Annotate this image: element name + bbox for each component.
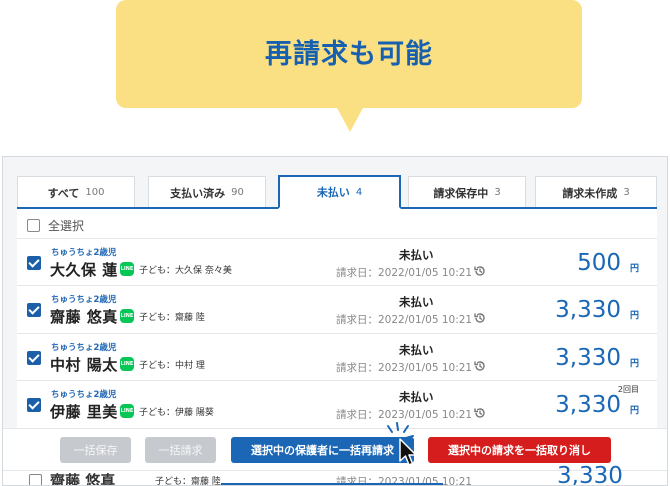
tab-label: 支払い済み <box>170 186 226 200</box>
row-checkbox[interactable] <box>27 256 41 270</box>
row-checkbox[interactable] <box>27 398 41 412</box>
tab-count: 100 <box>85 187 105 198</box>
class-name: ちゅうちょ2歳児 <box>51 343 117 353</box>
row-checkbox[interactable] <box>29 474 42 485</box>
tab-all[interactable]: すべて 100 <box>17 176 135 208</box>
payment-status: 未払い <box>399 295 434 309</box>
bulk-save-button[interactable]: 一括保存 <box>60 437 131 463</box>
bulk-bill-button[interactable]: 一括請求 <box>145 437 216 463</box>
row-checkbox[interactable] <box>27 303 41 317</box>
tab-unpaid[interactable]: 未払い 4 <box>278 175 401 209</box>
class-name: ちゅうちょ2歳児 <box>51 390 117 400</box>
currency-unit: 円 <box>629 311 639 321</box>
table-row[interactable]: ちゅうちょ2歳児 中村 陽太 LINE 子ども：中村 理 未払い 請求日：202… <box>17 333 657 380</box>
class-name: ちゅうちょ2歳児 <box>51 295 117 305</box>
tab-label: 請求未作成 <box>562 186 618 200</box>
child-name: 子ども：伊藤 陽葵 <box>139 408 214 418</box>
tab-count: 3 <box>494 187 501 198</box>
billing-date: 請求日：2022/01/05 10:21 <box>336 314 473 326</box>
amount: 3,330 <box>555 392 621 418</box>
tab-not-created[interactable]: 請求未作成 3 <box>535 176 657 208</box>
billing-date: 請求日：2023/01/05 10:21 <box>336 409 473 421</box>
tab-label: 未払い <box>316 186 350 199</box>
tab-label: すべて <box>47 186 80 200</box>
select-all-checkbox[interactable] <box>27 219 40 232</box>
tab-paid[interactable]: 支払い済み 90 <box>148 176 266 208</box>
billing-count: 2回目 <box>617 385 639 394</box>
line-icon: LINE <box>120 262 134 276</box>
history-icon[interactable] <box>473 359 487 373</box>
table-row[interactable]: ちゅうちょ2歳児 齋藤 悠真 LINE 子ども：齋藤 陸 未払い 請求日：202… <box>17 285 657 332</box>
line-icon: LINE <box>120 309 134 323</box>
child-name: 子ども：齋藤 陸 <box>155 477 221 486</box>
billing-date: 請求日：2023/01/05 10:21 <box>336 362 473 374</box>
table-row[interactable]: ちゅうちょ2歳児 大久保 蓮 LINE 子ども：大久保 奈々美 未払い 請求日：… <box>17 238 657 285</box>
status-tabs: すべて 100 支払い済み 90 未払い 4 請求保存中 3 請求未作成 3 <box>17 175 657 209</box>
callout-bubble: 再請求も可能 <box>116 0 582 132</box>
select-all-label: 全選択 <box>48 219 85 233</box>
currency-unit: 円 <box>629 406 639 416</box>
billing-panel: すべて 100 支払い済み 90 未払い 4 請求保存中 3 請求未作成 3 全… <box>2 156 668 486</box>
payment-status: 未払い <box>399 390 434 404</box>
guardian-name: 伊藤 里美 <box>50 403 118 421</box>
tab-label: 請求保存中 <box>433 186 489 200</box>
bulk-cancel-button[interactable]: 選択中の請求を一括取り消し <box>428 437 611 463</box>
currency-unit: 円 <box>629 359 639 369</box>
amount: 3,330 <box>555 345 621 371</box>
guardian-name: 大久保 蓮 <box>50 261 118 279</box>
guardian-name: 齋藤 悠真 <box>50 472 116 486</box>
history-icon[interactable] <box>473 406 487 420</box>
row-checkbox[interactable] <box>27 351 41 365</box>
tab-count: 3 <box>623 187 630 198</box>
line-icon: LINE <box>120 404 134 418</box>
history-icon[interactable] <box>473 264 487 278</box>
class-name: ちゅうちょ2歳児 <box>51 248 117 258</box>
amount: 500 <box>577 250 621 276</box>
payment-status: 未払い <box>399 248 434 262</box>
payment-status: 未払い <box>399 343 434 357</box>
billing-date: 請求日：2022/01/05 10:21 <box>336 267 473 279</box>
child-name: 子ども：大久保 奈々美 <box>139 266 232 276</box>
tab-saved[interactable]: 請求保存中 3 <box>408 176 526 208</box>
line-icon: LINE <box>120 357 134 371</box>
guardian-name: 齋藤 悠真 <box>50 308 118 326</box>
tab-count: 90 <box>231 187 244 198</box>
tab-count: 4 <box>355 186 363 198</box>
mouse-pointer-icon <box>399 438 417 466</box>
history-icon[interactable] <box>473 311 487 325</box>
callout-title: 再請求も可能 <box>265 39 433 70</box>
guardian-name: 中村 陽太 <box>50 356 118 374</box>
select-all[interactable]: 全選択 <box>27 217 84 234</box>
amount: 3,330 <box>557 463 623 486</box>
amount: 3,330 <box>555 297 621 323</box>
currency-unit: 円 <box>629 264 639 274</box>
table-row[interactable]: ちゅうちょ2歳児 伊藤 里美 LINE 子ども：伊藤 陽葵 未払い 請求日：20… <box>17 380 657 427</box>
child-name: 子ども：中村 理 <box>139 361 205 371</box>
child-name: 子ども：齋藤 陸 <box>139 313 205 323</box>
